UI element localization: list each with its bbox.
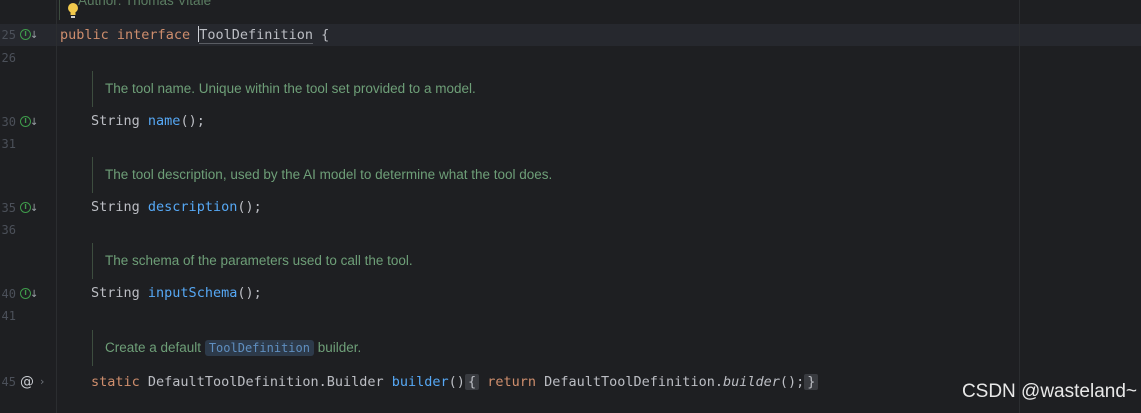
code-line-40[interactable]: String inputSchema(); [91,283,262,303]
line-number: 31 [1,137,16,151]
folded-close-brace[interactable]: } [804,374,819,390]
arrow-down-icon: ↓ [30,117,39,128]
line-number: 25 [1,28,16,42]
keyword-static: static [91,374,140,390]
code-line-35[interactable]: String description(); [91,197,262,217]
doc-code-ref[interactable]: ToolDefinition [204,340,314,356]
doc-text: The tool description, used by the AI mod… [105,167,553,182]
doc-comment-bar [59,0,60,20]
type-string: String [91,285,140,301]
implementing-icon[interactable]: I ↓ [20,114,38,130]
arrow-down-icon: ↓ [30,30,39,41]
method-builder[interactable]: builder [392,374,449,390]
method-parens: (); [180,113,205,129]
implementing-icon[interactable]: I ↓ [20,286,38,302]
watermark: CSDN @wasteland~ [961,381,1137,402]
open-brace: { [321,27,330,43]
doc-author-text: Author: Thomas Vitale [78,0,212,8]
code-line-25[interactable]: public interface ToolDefinition { [60,25,329,45]
method-parens: () [448,374,465,390]
type-string: String [91,113,140,129]
call-method[interactable]: builder [723,374,780,390]
method-parens: (); [237,199,262,215]
method-input-schema[interactable]: inputSchema [148,285,237,301]
code-line-30[interactable]: String name(); [91,111,205,131]
keyword-interface: interface [116,27,191,43]
keyword-public: public [60,27,109,43]
gutter-divider [56,0,57,413]
type-builder: DefaultToolDefinition.Builder [147,374,384,390]
right-margin-guide [1019,0,1020,413]
doc-text: Create a default ToolDefinition builder. [105,340,362,356]
method-description[interactable]: description [148,199,237,215]
interface-name[interactable]: ToolDefinition [199,27,314,44]
method-parens: (); [237,285,262,301]
code-line-45[interactable]: static DefaultToolDefinition.Builder bui… [91,372,819,392]
implementing-icon[interactable]: I ↓ [20,27,38,43]
doc-comment-builder: Create a default ToolDefinition builder. [92,330,1013,366]
doc-comment-schema: The schema of the parameters used to cal… [92,243,1013,279]
line-number: 36 [1,223,16,237]
line-number: 40 [1,287,16,301]
line-number: 45 [1,375,16,389]
implementing-icon[interactable]: I ↓ [20,200,38,216]
line-number: 35 [1,201,16,215]
chevron-right-icon[interactable]: › [40,374,44,390]
doc-text: The tool name. Unique within the tool se… [105,81,476,96]
type-string: String [91,199,140,215]
doc-comment-description: The tool description, used by the AI mod… [92,157,1013,193]
keyword-return: return [487,374,536,390]
line-number: 30 [1,115,16,129]
doc-comment-name: The tool name. Unique within the tool se… [92,71,1013,107]
call-parens: (); [779,374,805,390]
call-class: DefaultToolDefinition. [544,374,723,390]
line-number: 26 [1,51,16,65]
arrow-down-icon: ↓ [30,203,39,214]
doc-text-part: Create a default [105,340,202,355]
arrow-down-icon: ↓ [30,289,39,300]
method-name[interactable]: name [148,113,181,129]
line-number: 41 [1,309,16,323]
doc-text: The schema of the parameters used to cal… [105,253,413,268]
at-icon[interactable]: @ [20,374,34,390]
folded-open-brace[interactable]: { [464,374,480,390]
doc-text-part: builder. [317,340,362,355]
